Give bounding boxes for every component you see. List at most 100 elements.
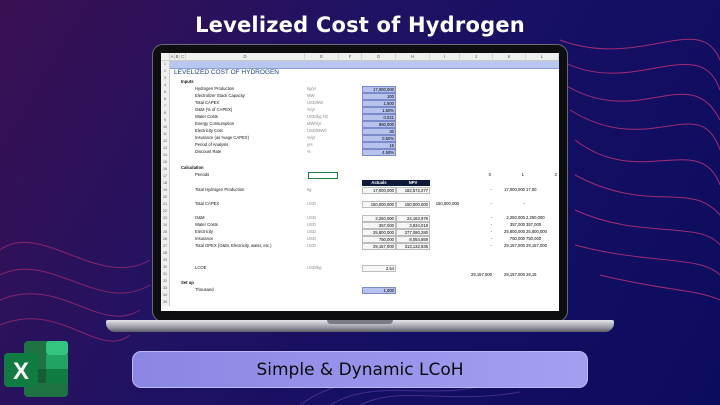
row-number[interactable]: 29 bbox=[161, 257, 170, 264]
row-number[interactable]: 2 bbox=[161, 68, 170, 75]
calc-col-l: 17,00 bbox=[526, 187, 537, 192]
row-number[interactable]: 1 bbox=[161, 61, 170, 68]
calc-actuals[interactable]: 150,000,000 bbox=[362, 201, 396, 208]
calc-col-j: - bbox=[490, 187, 492, 192]
row-number[interactable]: 15 bbox=[161, 159, 170, 166]
row-number[interactable]: 24 bbox=[161, 222, 170, 229]
laptop-notch bbox=[327, 320, 393, 324]
calc-actuals[interactable]: 29,157,000 bbox=[362, 243, 396, 250]
row-number[interactable]: 5 bbox=[161, 89, 170, 96]
calc-actuals[interactable]: 25,800,000 bbox=[362, 229, 396, 236]
input-value[interactable]: 1,500 bbox=[362, 100, 396, 107]
row-number[interactable]: 26 bbox=[161, 236, 170, 243]
col-header-d[interactable]: D bbox=[186, 53, 305, 61]
row-number[interactable]: 8 bbox=[161, 110, 170, 117]
calc-col-j: - bbox=[490, 215, 492, 220]
calc-npv[interactable]: 8,054,659 bbox=[396, 236, 430, 243]
calc-actuals[interactable]: 750,000 bbox=[362, 236, 396, 243]
col-header-j[interactable]: J bbox=[460, 53, 493, 61]
input-value[interactable]: 0.021 bbox=[362, 114, 396, 121]
calc-actuals[interactable]: 357,000 bbox=[362, 222, 396, 229]
calc-row-unit: USD bbox=[307, 243, 316, 248]
lcoe-unit: USD/kg bbox=[307, 265, 322, 270]
input-value[interactable]: 15 bbox=[362, 142, 396, 149]
row-number[interactable]: 7 bbox=[161, 103, 170, 110]
calc-actuals[interactable]: 2,250,000 bbox=[362, 215, 396, 222]
input-unit: %/yr bbox=[307, 135, 316, 140]
row-number[interactable]: 19 bbox=[161, 187, 170, 194]
row-number[interactable]: 34 bbox=[161, 292, 170, 299]
row-number[interactable]: 11 bbox=[161, 131, 170, 138]
input-value[interactable]: 860,000 bbox=[362, 121, 396, 128]
col-header-g[interactable]: G bbox=[362, 53, 396, 61]
input-value[interactable]: 17,000,000 bbox=[362, 86, 396, 93]
row-number[interactable]: 21 bbox=[161, 201, 170, 208]
input-value[interactable]: 4.50% bbox=[362, 149, 396, 156]
input-label: Insurance (as %age CAPEX) bbox=[195, 135, 249, 140]
calc-npv[interactable]: 313,132,935 bbox=[396, 243, 430, 250]
row-number[interactable]: 4 bbox=[161, 82, 170, 89]
input-value[interactable]: 100 bbox=[362, 93, 396, 100]
col-header-f[interactable]: F bbox=[339, 53, 362, 61]
section-setup: Set up bbox=[181, 280, 194, 285]
calc-col-l: 25,800,000 bbox=[526, 229, 547, 234]
lcoe-value[interactable]: 2.54 bbox=[362, 265, 396, 272]
calc-row-label: Insurance bbox=[195, 236, 214, 241]
calc-col-l: 2,250,000 bbox=[526, 215, 545, 220]
calc-actuals[interactable]: 17,000,000 bbox=[362, 187, 396, 194]
col-header-k[interactable]: K bbox=[493, 53, 526, 61]
row-number[interactable]: 30 bbox=[161, 264, 170, 271]
row-number[interactable]: 27 bbox=[161, 243, 170, 250]
input-unit: MW bbox=[307, 93, 315, 98]
row-number[interactable]: 31 bbox=[161, 271, 170, 278]
total-row-l: 29,157,000 bbox=[504, 272, 525, 277]
calc-row-unit: kg bbox=[307, 187, 312, 192]
row-number[interactable]: 3 bbox=[161, 75, 170, 82]
col-header-i[interactable]: I bbox=[430, 53, 460, 61]
input-unit: % bbox=[307, 149, 311, 154]
row-number[interactable]: 9 bbox=[161, 117, 170, 124]
row-number[interactable]: 32 bbox=[161, 278, 170, 285]
row-number[interactable]: 22 bbox=[161, 208, 170, 215]
row-number[interactable]: 17 bbox=[161, 173, 170, 180]
row-number[interactable]: 25 bbox=[161, 229, 170, 236]
input-value[interactable]: 30 bbox=[362, 128, 396, 135]
col-header-l[interactable]: L bbox=[526, 53, 559, 61]
calc-col-k: 2,250,000 bbox=[506, 215, 525, 220]
input-unit: %/yr bbox=[307, 107, 316, 112]
input-value[interactable]: 1.50% bbox=[362, 107, 396, 114]
section-calculation: Calculation bbox=[181, 165, 204, 170]
row-number[interactable]: 14 bbox=[161, 152, 170, 159]
row-number[interactable]: 35 bbox=[161, 299, 170, 306]
col-header-h[interactable]: H bbox=[396, 53, 430, 61]
row-number[interactable]: 16 bbox=[161, 166, 170, 173]
row-number[interactable]: 10 bbox=[161, 124, 170, 131]
calc-npv[interactable]: 277,080,280 bbox=[396, 229, 430, 236]
sheet-heading: LEVELIZED COST OF HYDROGEN bbox=[170, 61, 559, 76]
row-number[interactable]: 13 bbox=[161, 145, 170, 152]
row-number[interactable]: 23 bbox=[161, 215, 170, 222]
input-unit: kg/yr bbox=[307, 86, 317, 91]
row-number[interactable]: 20 bbox=[161, 194, 170, 201]
input-value[interactable]: 0.50% bbox=[362, 135, 396, 142]
page-title: Levelized Cost of Hydrogen bbox=[195, 13, 525, 37]
calc-col-l: 29,157,000 bbox=[526, 243, 547, 248]
calc-npv[interactable]: 182,572,277 bbox=[396, 187, 430, 194]
select-all-corner[interactable] bbox=[161, 53, 170, 61]
actuals-header: Actuals bbox=[362, 180, 396, 186]
calc-col-i: 150,000,000 bbox=[435, 201, 459, 206]
calc-npv[interactable]: 3,834,018 bbox=[396, 222, 430, 229]
calc-npv[interactable]: 150,000,000 bbox=[396, 201, 430, 208]
calc-npv[interactable]: 24,163,978 bbox=[396, 215, 430, 222]
thousand-value[interactable]: 1,000 bbox=[362, 287, 396, 294]
thousand-label: Thousand bbox=[195, 287, 214, 292]
excel-letter: X bbox=[13, 358, 29, 385]
row-number[interactable]: 18 bbox=[161, 180, 170, 187]
row-number[interactable]: 33 bbox=[161, 285, 170, 292]
input-label: Electrolizer Stack Capacity bbox=[195, 93, 245, 98]
row-number[interactable]: 6 bbox=[161, 96, 170, 103]
col-header-e[interactable]: E bbox=[305, 53, 339, 61]
row-number[interactable]: 12 bbox=[161, 138, 170, 145]
selected-cell[interactable] bbox=[308, 172, 338, 179]
row-number[interactable]: 28 bbox=[161, 250, 170, 257]
